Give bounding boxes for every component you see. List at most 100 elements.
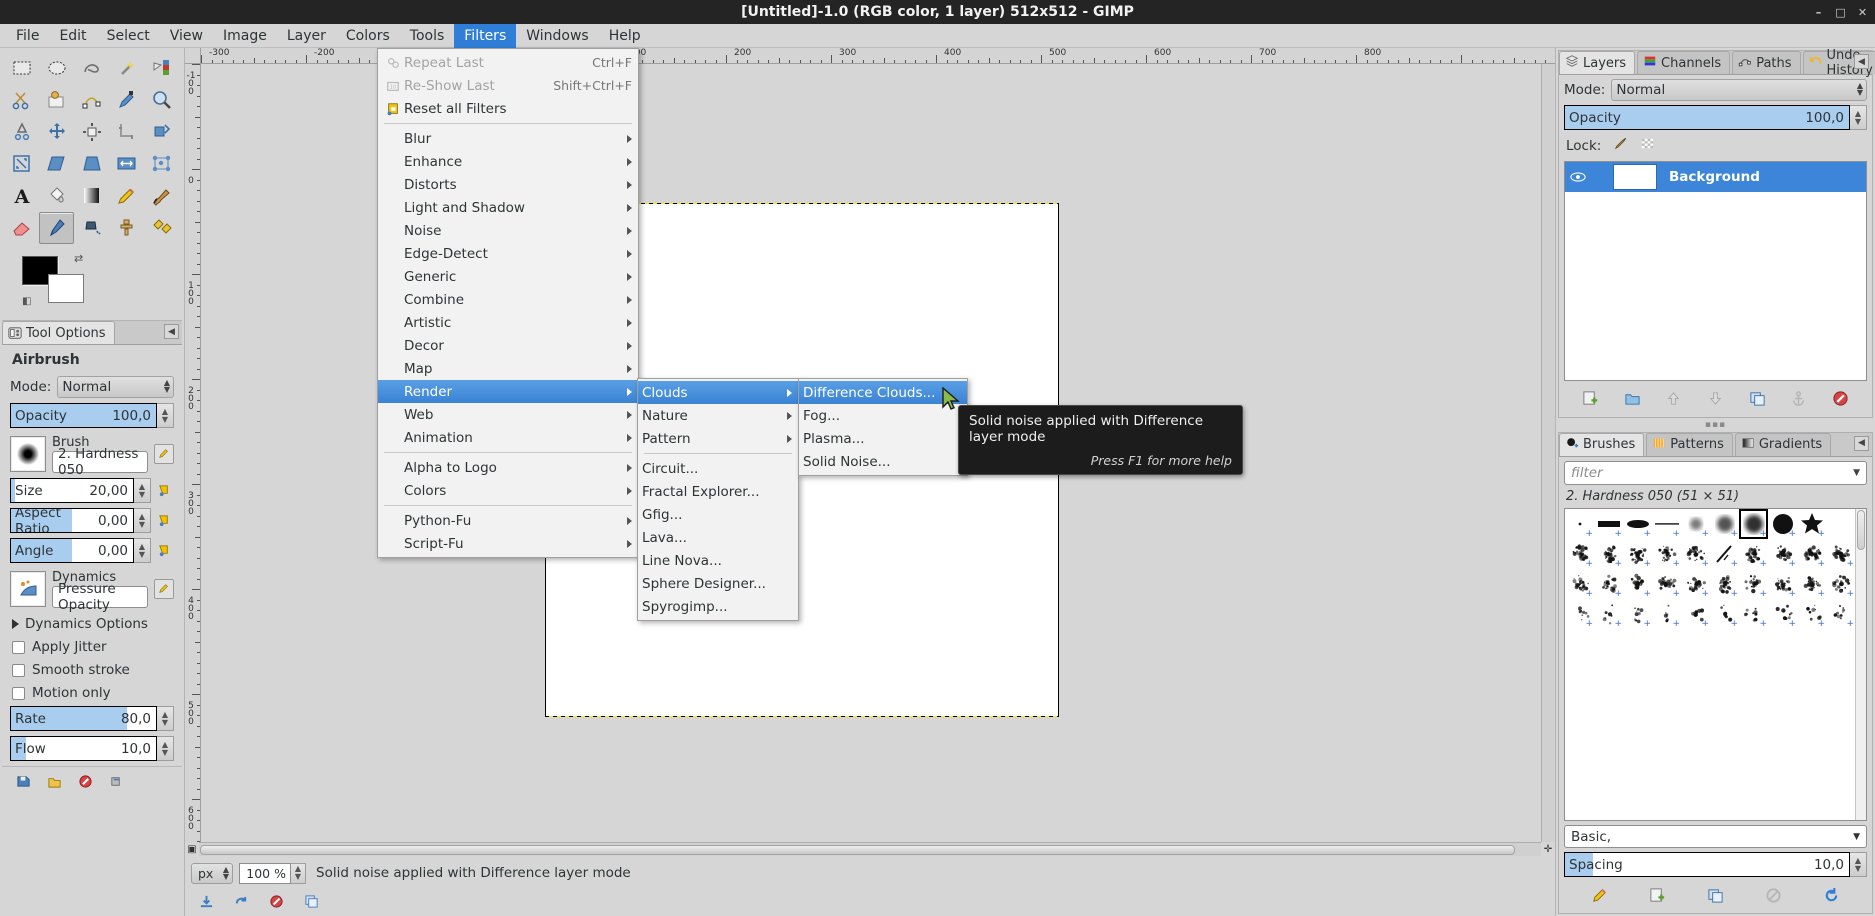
brush-cell[interactable]: + bbox=[1623, 539, 1652, 569]
brush-cell[interactable]: + bbox=[1681, 599, 1710, 629]
brush-cell[interactable]: + bbox=[1652, 509, 1681, 539]
tool-bucket-fill[interactable] bbox=[39, 180, 74, 212]
tool-clone[interactable] bbox=[110, 212, 145, 244]
menu-item-python-fu[interactable]: Python-Fu bbox=[378, 509, 638, 532]
brush-cell[interactable]: + bbox=[1739, 539, 1768, 569]
smooth-stroke-checkbox[interactable] bbox=[12, 663, 25, 677]
brush-cell[interactable]: + bbox=[1623, 599, 1652, 629]
dynamics-value[interactable]: Pressure Opacity bbox=[52, 581, 148, 613]
brush-preview[interactable] bbox=[10, 436, 46, 472]
dock-menu-icon[interactable]: ◀ bbox=[1854, 435, 1869, 451]
size-slider[interactable]: Size 20,00 bbox=[10, 478, 134, 503]
tool-airbrush[interactable] bbox=[39, 212, 75, 244]
smooth-stroke-row[interactable]: Smooth stroke bbox=[12, 662, 174, 678]
edit-dynamics-icon[interactable] bbox=[154, 579, 174, 599]
brush-scrollbar[interactable] bbox=[1855, 508, 1866, 820]
navigation-preview-icon[interactable]: ✛ bbox=[1541, 842, 1555, 856]
dock-menu-icon[interactable]: ◀ bbox=[164, 324, 179, 339]
brush-cell[interactable]: + bbox=[1710, 509, 1739, 539]
vertical-ruler[interactable]: -100 0 100 200 300 400 500 600 bbox=[185, 64, 201, 842]
menu-item-clouds[interactable]: Clouds bbox=[638, 381, 798, 404]
menubar-item-colors[interactable]: Colors bbox=[336, 24, 400, 48]
menu-item-script-fu[interactable]: Script-Fu bbox=[378, 532, 638, 555]
brush-cell[interactable]: + bbox=[1826, 569, 1855, 599]
spacing-row[interactable]: Spacing 10,0 ▲ ▼ bbox=[1564, 852, 1867, 877]
brush-cell[interactable]: + bbox=[1710, 539, 1739, 569]
edit-brush-icon[interactable] bbox=[154, 444, 174, 464]
brush-cell[interactable]: + bbox=[1594, 539, 1623, 569]
tab-patterns[interactable]: Patterns bbox=[1646, 432, 1733, 456]
brush-cell[interactable]: + bbox=[1681, 569, 1710, 599]
menu-item-plasma[interactable]: Plasma... bbox=[799, 427, 967, 450]
tool-gradient[interactable] bbox=[74, 180, 109, 212]
redo-icon[interactable] bbox=[234, 894, 249, 913]
menu-item-line-nova[interactable]: Line Nova... bbox=[638, 549, 798, 572]
layer-opacity-spinner[interactable]: ▲ ▼ bbox=[1850, 105, 1867, 130]
menu-item-lava[interactable]: Lava... bbox=[638, 526, 798, 549]
tool-heal[interactable] bbox=[145, 212, 180, 244]
brush-cell[interactable]: + bbox=[1652, 569, 1681, 599]
rate-slider[interactable]: Rate 80,0 bbox=[10, 706, 157, 731]
brush-cell[interactable]: + bbox=[1594, 569, 1623, 599]
chevron-down-icon[interactable]: ▼ bbox=[1853, 468, 1860, 478]
brush-cell[interactable]: + bbox=[1768, 509, 1797, 539]
menu-item-noise[interactable]: Noise bbox=[378, 219, 638, 242]
tool-color-picker[interactable] bbox=[110, 84, 145, 116]
tab-gradients[interactable]: Gradients bbox=[1734, 432, 1832, 456]
tool-text[interactable]: A bbox=[4, 180, 39, 212]
menubar-item-filters[interactable]: Filters bbox=[454, 23, 517, 48]
menu-item-spyrogimp[interactable]: Spyrogimp... bbox=[638, 595, 798, 618]
dock-resize-grip[interactable]: ▪▪▪ bbox=[1558, 420, 1873, 430]
cancel-icon[interactable] bbox=[269, 894, 284, 913]
close-icon[interactable]: ✕ bbox=[1856, 6, 1869, 19]
new-layer-icon[interactable] bbox=[1579, 388, 1603, 410]
tool-crop[interactable] bbox=[110, 116, 145, 148]
menu-item-blur[interactable]: Blur bbox=[378, 127, 638, 150]
reset-size-icon[interactable] bbox=[154, 478, 174, 503]
table-row[interactable]: Background bbox=[1565, 162, 1866, 192]
opacity-slider-row[interactable]: Opacity 100,0 ▲ ▼ bbox=[10, 403, 174, 428]
menu-item-fractal-explorer[interactable]: Fractal Explorer... bbox=[638, 480, 798, 503]
menubar-item-file[interactable]: File bbox=[6, 24, 49, 48]
tool-perspective[interactable] bbox=[74, 148, 109, 180]
size-slider-row[interactable]: Size 20,00 ▲ ▼ bbox=[10, 478, 174, 503]
brush-cell[interactable]: + bbox=[1565, 599, 1594, 629]
tool-flip[interactable] bbox=[110, 148, 145, 180]
flow-slider[interactable]: Flow 10,0 bbox=[10, 736, 157, 761]
menu-item-web[interactable]: Web bbox=[378, 403, 638, 426]
render-submenu[interactable]: Clouds Nature Pattern Circuit... Fractal Exp… bbox=[637, 378, 799, 621]
brush-cell[interactable]: + bbox=[1826, 599, 1855, 629]
brush-cell[interactable]: + bbox=[1565, 509, 1594, 539]
menu-item-map[interactable]: Map bbox=[378, 357, 638, 380]
menu-item-sphere-designer[interactable]: Sphere Designer... bbox=[638, 572, 798, 595]
brush-cell[interactable]: + bbox=[1594, 599, 1623, 629]
aspect-ratio-slider[interactable]: Aspect Ratio 0,00 bbox=[10, 508, 134, 533]
tab-tool-options[interactable]: Tool Options bbox=[2, 321, 115, 344]
menu-item-distorts[interactable]: Distorts bbox=[378, 173, 638, 196]
menu-item-solid-noise[interactable]: Solid Noise... bbox=[799, 450, 967, 473]
lock-alpha-icon[interactable] bbox=[1640, 136, 1655, 155]
tool-zoom[interactable] bbox=[145, 84, 180, 116]
maximize-icon[interactable]: □ bbox=[1834, 6, 1847, 19]
menu-item-combine[interactable]: Combine bbox=[378, 288, 638, 311]
brush-cell[interactable]: + bbox=[1739, 569, 1768, 599]
tool-cage-transform[interactable] bbox=[145, 148, 180, 180]
tool-rotate[interactable] bbox=[145, 116, 180, 148]
export-icon[interactable] bbox=[199, 894, 214, 913]
brush-filter-input[interactable]: filter ▼ bbox=[1564, 460, 1867, 485]
menu-item-circuit[interactable]: Circuit... bbox=[638, 457, 798, 480]
brush-grid[interactable]: + + + + + + + + + + + + + + + + + + + + + + + + + + + + + + + + + + + + + + + bbox=[1565, 508, 1855, 820]
tool-paintbrush[interactable] bbox=[145, 180, 180, 212]
menu-item-gfig[interactable]: Gfig... bbox=[638, 503, 798, 526]
brush-cell[interactable]: + bbox=[1710, 569, 1739, 599]
menu-item-alpha-to-logo[interactable]: Alpha to Logo bbox=[378, 456, 638, 479]
reset-tool-options-icon[interactable] bbox=[109, 774, 124, 793]
duplicate-brush-icon[interactable] bbox=[1703, 884, 1727, 906]
spacing-spinner[interactable]: ▲ ▼ bbox=[1850, 852, 1867, 877]
apply-jitter-checkbox[interactable] bbox=[12, 640, 25, 654]
rate-spinner[interactable]: ▲ ▼ bbox=[157, 706, 174, 731]
menubar-item-help[interactable]: Help bbox=[599, 24, 651, 48]
brush-cell[interactable]: + bbox=[1797, 539, 1826, 569]
rate-slider-row[interactable]: Rate 80,0 ▲ ▼ bbox=[10, 706, 174, 731]
brush-cell[interactable]: + bbox=[1623, 509, 1652, 539]
